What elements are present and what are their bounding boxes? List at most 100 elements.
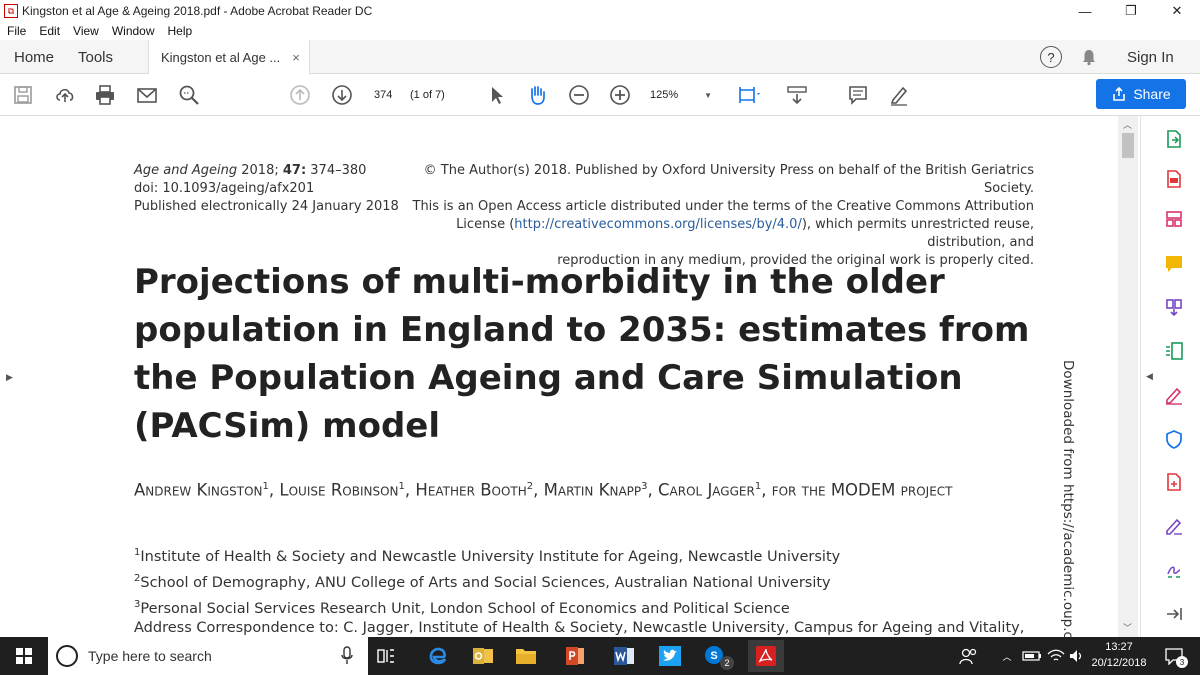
windows-taskbar: Type here to search S2 ︿ 13:27 20/12/201… — [0, 637, 1200, 675]
collapse-right-pane-icon[interactable]: ◀ — [1146, 371, 1153, 382]
scroll-up-icon[interactable]: ︿ — [1123, 118, 1132, 131]
export-pdf-icon[interactable] — [1163, 128, 1185, 150]
tab-home[interactable]: Home — [14, 40, 54, 74]
menu-file[interactable]: File — [7, 24, 26, 38]
download-watermark: Downloaded from https://academic.oup.com — [1060, 360, 1076, 661]
scrollbar-thumb[interactable] — [1122, 133, 1134, 158]
more-tools-icon[interactable] — [1163, 559, 1185, 581]
close-tab-icon[interactable]: × — [292, 50, 300, 65]
battery-icon[interactable] — [1020, 640, 1044, 672]
volume-icon[interactable] — [1066, 640, 1088, 672]
save-icon[interactable] — [10, 83, 36, 107]
authors-tail: for the MODEM project — [771, 480, 953, 500]
hand-tool-icon[interactable] — [524, 83, 550, 107]
powerpoint-icon[interactable] — [557, 640, 593, 672]
comment-tool-icon[interactable] — [1163, 253, 1185, 275]
author-name: Martin Knapp — [543, 480, 642, 500]
signature-icon[interactable] — [1163, 515, 1185, 537]
email-icon[interactable] — [134, 83, 160, 107]
page-count-label: (1 of 7) — [410, 89, 445, 101]
task-view-icon[interactable] — [368, 640, 404, 672]
word-icon[interactable] — [606, 640, 642, 672]
menu-view[interactable]: View — [73, 24, 99, 38]
share-label: Share — [1133, 86, 1171, 102]
copyright-notice: © The Author(s) 2018. Published by Oxfor… — [400, 162, 1035, 270]
menu-edit[interactable]: Edit — [39, 24, 60, 38]
chevron-down-icon: ▼ — [704, 90, 712, 100]
sign-in-button[interactable]: Sign In — [1127, 40, 1174, 74]
edge-browser-icon[interactable] — [420, 640, 456, 672]
collapse-panel-icon[interactable] — [1163, 603, 1185, 625]
right-tools-panel: ◀ — [1140, 116, 1200, 637]
affil-text: Personal Social Services Research Unit, … — [140, 600, 790, 617]
action-center-icon[interactable]: 3 — [1156, 640, 1192, 672]
file-explorer-icon[interactable] — [508, 640, 544, 672]
taskbar-search-placeholder: Type here to search — [88, 648, 212, 664]
search-text-icon[interactable] — [176, 83, 202, 107]
people-icon[interactable] — [950, 640, 986, 672]
select-cursor-icon[interactable] — [484, 83, 510, 107]
previous-page-icon[interactable] — [287, 83, 313, 107]
close-window-button[interactable]: ✕ — [1154, 0, 1200, 22]
fill-sign-icon[interactable] — [1163, 384, 1185, 406]
author-sep: , — [647, 480, 658, 500]
correspondence-address: Address Correspondence to: C. Jagger, In… — [134, 620, 1025, 636]
journal-citation: Age and Ageing 2018; 47: 374–380 doi: 10… — [134, 162, 399, 216]
copyright-line-2: This is an Open Access article distribut… — [412, 199, 1035, 214]
taskbar-search[interactable]: Type here to search — [48, 637, 368, 675]
microphone-icon[interactable] — [341, 646, 353, 669]
wifi-icon[interactable] — [1044, 640, 1068, 672]
paper-title: Projections of multi-morbidity in the ol… — [134, 262, 1030, 446]
vertical-scrollbar[interactable]: ︿ ﹀ — [1118, 116, 1138, 637]
page-fit-icon[interactable] — [734, 83, 766, 107]
help-button[interactable]: ? — [1040, 46, 1062, 68]
menu-help[interactable]: Help — [168, 24, 193, 38]
menu-window[interactable]: Window — [112, 24, 155, 38]
comment-icon[interactable] — [845, 83, 871, 107]
scroll-mode-icon[interactable] — [784, 83, 810, 107]
affil-text: School of Demography, ANU College of Art… — [140, 574, 831, 591]
edit-pdf-icon[interactable] — [1163, 340, 1185, 362]
organize-pages-icon[interactable] — [1163, 208, 1185, 230]
export-acrobat-icon[interactable] — [1163, 471, 1185, 493]
skype-icon[interactable]: S2 — [698, 640, 734, 672]
toolbar: 374 (1 of 7) 125% ▼ — [0, 74, 1200, 116]
notifications-bell-icon[interactable] — [1080, 40, 1098, 74]
upload-cloud-icon[interactable] — [52, 83, 78, 107]
zoom-out-icon[interactable] — [566, 83, 592, 107]
author-name: Andrew Kingston — [134, 480, 263, 500]
cortana-icon — [56, 645, 78, 667]
share-button[interactable]: Share — [1096, 79, 1186, 109]
create-pdf-icon[interactable] — [1163, 168, 1185, 190]
protect-shield-icon[interactable] — [1163, 428, 1185, 450]
windows-start-icon[interactable] — [6, 640, 42, 672]
minimize-button[interactable]: — — [1062, 0, 1108, 22]
print-icon[interactable] — [92, 83, 118, 107]
acrobat-taskbar-icon[interactable] — [748, 640, 784, 672]
author-name: Louise Robinson — [279, 480, 399, 500]
twitter-icon[interactable] — [652, 640, 688, 672]
scroll-down-icon[interactable]: ﹀ — [1123, 621, 1132, 634]
combine-files-icon[interactable] — [1163, 296, 1185, 318]
tab-tools[interactable]: Tools — [78, 40, 113, 74]
journal-pages: 374–380 — [306, 163, 367, 178]
system-clock[interactable]: 13:27 20/12/2018 — [1086, 639, 1152, 671]
journal-name: Age and Ageing — [134, 163, 238, 178]
affiliations: 1Institute of Health & Society and Newca… — [134, 542, 1034, 619]
title-bar: ⧉ Kingston et al Age & Ageing 2018.pdf -… — [0, 0, 1200, 22]
outlook-icon[interactable] — [465, 640, 501, 672]
published-date: Published electronically 24 January 2018 — [134, 199, 399, 214]
show-hidden-icons[interactable]: ︿ — [996, 640, 1018, 672]
restore-button[interactable]: ❐ — [1108, 0, 1154, 22]
page-number-input[interactable]: 374 — [374, 84, 404, 106]
copyright-line-3b: ), which permits unrestricted reuse, dis… — [801, 217, 1034, 250]
journal-year: 2018; — [237, 163, 283, 178]
expand-left-pane-icon[interactable]: ▶ — [6, 372, 13, 383]
tab-document[interactable]: Kingston et al Age ... × — [148, 40, 310, 75]
author-name: Heather Booth — [415, 480, 527, 500]
license-link[interactable]: http://creativecommons.org/licenses/by/4… — [514, 217, 802, 232]
zoom-select[interactable]: 125% ▼ — [650, 84, 712, 106]
next-page-icon[interactable] — [329, 83, 355, 107]
highlight-pen-icon[interactable] — [886, 83, 912, 107]
zoom-in-icon[interactable] — [607, 83, 633, 107]
